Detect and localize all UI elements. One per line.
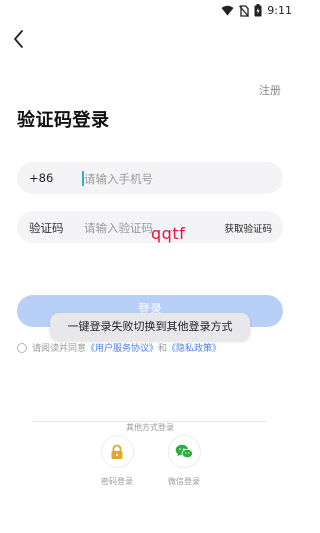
back-button[interactable] (10, 28, 30, 50)
password-login-circle[interactable] (100, 435, 134, 468)
agreement-and: 和 (158, 344, 168, 354)
phone-input-placeholder[interactable]: 请输入手机号 (84, 171, 153, 187)
no-sim-icon (239, 4, 250, 17)
page-title: 验证码登录 (17, 110, 110, 131)
wechat-login-option[interactable]: 微信登录 (154, 435, 214, 487)
phone-field[interactable]: +86 请输入手机号 (17, 162, 283, 194)
register-link[interactable]: 注册 (259, 82, 281, 98)
agreement-checkbox[interactable] (17, 342, 27, 353)
wifi-icon (221, 5, 234, 16)
agreement-prefix: 请阅读并同意 (32, 344, 87, 354)
user-agreement-link[interactable]: 《用户服务协议》 (86, 341, 158, 354)
wechat-login-circle[interactable] (167, 435, 201, 468)
overlay-text: qqtf (151, 224, 186, 243)
wechat-icon (175, 444, 193, 459)
privacy-policy-link[interactable]: 《隐私政策》 (167, 341, 221, 354)
agreement-row: 请阅读并同意 《用户服务协议》 和 《隐私政策》 (17, 341, 221, 354)
status-time: 9:11 (267, 4, 292, 17)
get-code-button[interactable]: 获取验证码 (224, 221, 272, 235)
lock-icon (111, 444, 123, 459)
wechat-login-label: 微信登录 (168, 477, 200, 486)
back-arrow-icon (14, 30, 23, 48)
battery-icon (254, 4, 262, 17)
password-login-label: 密码登录 (101, 477, 133, 486)
status-icons: 9:11 (221, 4, 292, 17)
other-methods-heading: 其他方式登录 (0, 415, 300, 434)
code-input-placeholder[interactable]: 请输入验证码 (84, 220, 153, 236)
code-label: 验证码 (29, 221, 64, 235)
password-login-option[interactable]: 密码登录 (87, 435, 147, 487)
status-bar: 9:11 (0, 0, 300, 22)
verification-code-field[interactable]: 验证码 请输入验证码 获取验证码 (17, 211, 283, 243)
country-code-selector[interactable]: +86 (29, 171, 53, 185)
toast-message: 一键登录失败切换到其他登录方式 (50, 313, 250, 341)
other-methods-label: 其他方式登录 (121, 423, 179, 432)
